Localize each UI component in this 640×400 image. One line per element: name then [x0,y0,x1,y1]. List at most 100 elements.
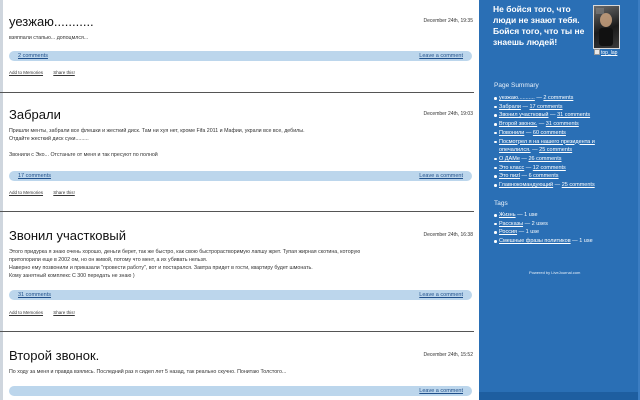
comments-link[interactable]: 2 comments [18,53,48,59]
entry-tools: Add to Memories Share this! [9,190,84,195]
tag-link[interactable]: Рассказы [499,221,523,227]
summary-comments-link[interactable]: 2 comments [543,95,573,101]
leave-comment-link[interactable]: Leave a comment [419,388,463,394]
summary-entry-link[interactable]: Главнокомандующий [499,182,553,188]
leave-comment-link[interactable]: Leave a comment [419,292,463,298]
list-item: Смешные фразы политиков — 1 use [494,237,639,246]
add-to-memories-link[interactable]: Add to Memories [9,70,43,75]
tags-heading: Tags [494,200,508,207]
list-item: Это пиzl — 6 comments [494,172,639,181]
entry-title[interactable]: Забрали [9,107,61,122]
entry-body: Этого придурка я знаю очень хорошо, день… [9,248,469,280]
list-item: Рассказы — 2 uses [494,220,639,229]
summary-comments-link[interactable]: 31 comments [557,112,590,118]
entry-separator [0,331,474,332]
summary-entry-link[interactable]: Посмотрел я на нашего президента и [499,139,595,145]
tags-list: Жизнь — 1 use Рассказы — 2 uses Россия —… [494,211,639,246]
summary-entry-link[interactable]: Повонили [499,130,524,136]
summary-comments-link[interactable]: 25 comments [562,182,595,188]
add-to-memories-link[interactable]: Add to Memories [9,310,43,315]
user-icon [594,49,600,55]
summary-entry-link[interactable]: О ДАМе [499,156,520,162]
summary-comments-link[interactable]: 60 comments [533,130,566,136]
list-item: Главнокомандующий — 25 comments [494,181,639,190]
entry-title[interactable]: Звонил участковый [9,228,126,243]
tag-link[interactable]: Жизнь [499,212,516,218]
summary-entry-link[interactable]: уезжаю........... [499,95,535,101]
tag-use-count: 1 use [524,212,538,218]
tag-link[interactable]: Россия [499,229,517,235]
leave-comment-link[interactable]: Leave a comment [419,173,463,179]
tag-use-count: 2 uses [531,220,548,227]
list-item: Забрали — 17 comments [494,103,639,112]
page-summary-heading: Page Summary [494,82,539,89]
list-item: Посмотрел я на нашего президента и опечал… [494,138,639,155]
journal-sidebar: Не бойся того, что люди не знают тебя. Б… [479,0,640,400]
list-item: Звонил участковый — 31 comments [494,111,639,120]
tag-use-count: 1 use [579,238,593,245]
entry-date: December 24th, 16:38 [423,232,473,238]
entry-comment-bar: 31 comments Leave a comment [9,290,472,300]
entry-text: Отдайте жесткий диск суки......... [9,136,89,142]
share-link[interactable]: Share this! [53,310,75,315]
summary-comments-link[interactable]: 17 comments [530,104,563,110]
sidebar-quote: Не бойся того, что люди не знают тебя. Б… [493,4,585,47]
entry-tools: Add to Memories Share this! [9,310,84,315]
entry-comment-bar: 2 comments Leave a comment [9,51,472,61]
powered-by[interactable]: Powered by LiveJournal.com [529,270,580,275]
page-summary-list: уезжаю........... — 2 comments Забрали —… [494,94,639,190]
list-item: Второй звонок. — 31 comments [494,120,639,129]
sidebar-username: top_lap [594,49,617,56]
share-link[interactable]: Share this! [53,190,75,195]
summary-comments-link[interactable]: 31 comments [546,121,579,127]
entry-text: Этого придурка я знаю очень хорошо, день… [9,249,361,255]
entry-date: December 24th, 19:03 [423,111,473,117]
entry-comment-bar: Leave a comment [9,386,472,396]
entry-title[interactable]: Второй звонок. [9,348,99,363]
summary-comments-link[interactable]: 6 comments [529,173,559,179]
entry-text: Кому занятный комплекс С 300 передать не… [9,273,135,279]
summary-entry-link-cont[interactable]: опечалился. [499,147,531,153]
list-item: Жизнь — 1 use [494,211,639,220]
summary-comments-link[interactable]: 26 comments [528,156,561,162]
comments-link[interactable]: 17 comments [18,173,51,179]
journal-main: уезжаю........... December 24th, 19:35 в… [0,0,479,400]
avatar[interactable] [593,5,620,49]
summary-comments-link[interactable]: 25 comments [539,147,572,153]
entry-title[interactable]: уезжаю........... [9,14,94,29]
sidebar-bottom-strip [479,392,640,400]
tag-use-count: 1 use [525,229,540,236]
entry-text: Звонили с Эко... Отстаньте от меня и так… [9,152,158,158]
entry-body: Пришли менты, забрали все флешки и жестк… [9,127,469,159]
leave-comment-link[interactable]: Leave a comment [419,53,463,59]
entry-text: взяппали стапью... допоцмлся... [9,35,89,41]
list-item: Это класс — 12 comments [494,164,639,173]
list-item: О ДАМе — 26 comments [494,155,639,164]
entry-body: По ходу за меня и правда взялись. Послед… [9,368,469,376]
tag-link[interactable]: Смешные фразы политиков [499,238,571,244]
entry-date: December 24th, 19:35 [423,18,473,24]
entry-text-gap [9,143,469,151]
list-item: Россия — 1 use [494,228,639,237]
summary-entry-link[interactable]: Это пиzl [499,173,520,179]
entry-comment-bar: 17 comments Leave a comment [9,171,472,181]
entry-separator [0,211,474,212]
avatar-image [596,8,613,46]
summary-entry-link[interactable]: Забрали [499,104,521,110]
list-item: Повонили — 60 comments [494,129,639,138]
share-link[interactable]: Share this! [53,70,75,75]
summary-entry-link[interactable]: Второй звонок. [499,121,537,127]
window-left-edge [0,0,3,400]
entry-date: December 24th, 15:52 [423,352,473,358]
add-to-memories-link[interactable]: Add to Memories [9,190,43,195]
summary-comments-link[interactable]: 12 comments [533,165,566,171]
entry-tools: Add to Memories Share this! [9,70,84,75]
entry-text: Пришли менты, забрали все флешки и жестк… [9,128,305,134]
username-link[interactable]: top_lap [601,50,617,56]
entry-separator [0,92,474,93]
entry-text: притопорили еще в 2002 ом, но он живой, … [9,257,208,263]
comments-link[interactable]: 31 comments [18,292,51,298]
summary-entry-link[interactable]: Это класс [499,165,524,171]
summary-entry-link[interactable]: Звонил участковый [499,112,549,118]
entry-text: Наверно ему позвонили и приказали "прове… [9,265,313,271]
